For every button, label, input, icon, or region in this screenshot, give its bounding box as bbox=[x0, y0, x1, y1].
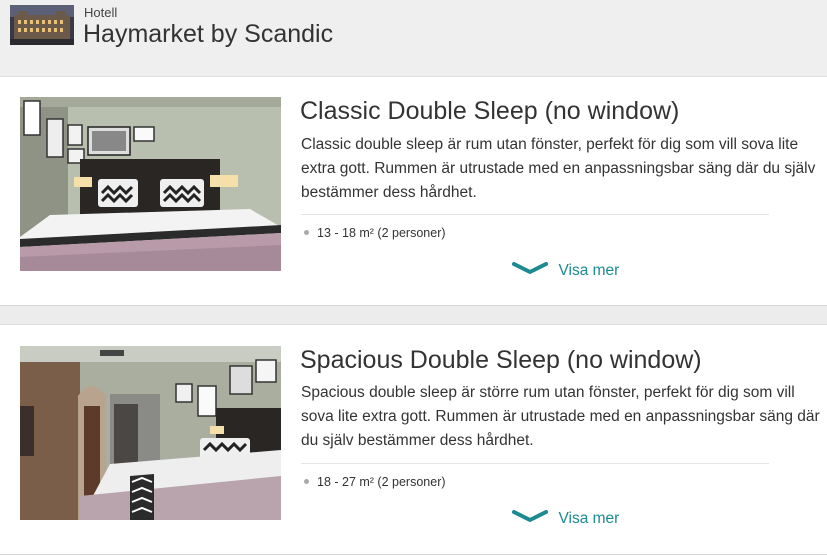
header-kicker: Hotell bbox=[84, 5, 118, 20]
chevron-down-icon bbox=[512, 509, 548, 528]
room-photo bbox=[20, 346, 281, 520]
hotel-header: Hotell Haymarket by Scandic bbox=[0, 0, 827, 76]
bullet-icon bbox=[304, 230, 309, 236]
divider bbox=[301, 463, 769, 464]
chevron-down-icon bbox=[512, 261, 548, 280]
room-size: 13 - 18 m² (2 personer) bbox=[304, 226, 446, 240]
room-card: Classic Double Sleep (no window) Classic… bbox=[0, 76, 827, 306]
room-card: Spacious Double Sleep (no window) Spacio… bbox=[0, 324, 827, 555]
bullet-icon bbox=[304, 479, 309, 485]
room-size: 18 - 27 m² (2 personer) bbox=[304, 475, 446, 489]
hotel-thumbnail bbox=[10, 5, 74, 45]
room-photo bbox=[20, 97, 281, 271]
divider bbox=[301, 214, 769, 215]
room-title: Classic Double Sleep (no window) bbox=[300, 97, 680, 125]
show-more-button[interactable]: Visa mer bbox=[512, 509, 619, 535]
room-size-text: 18 - 27 m² (2 personer) bbox=[317, 475, 446, 489]
show-more-button[interactable]: Visa mer bbox=[512, 261, 619, 287]
show-more-label: Visa mer bbox=[558, 261, 620, 279]
show-more-label: Visa mer bbox=[558, 509, 620, 527]
room-description: Classic double sleep är rum utan fönster… bbox=[301, 136, 816, 201]
room-description: Spacious double sleep är större rum utan… bbox=[301, 384, 820, 449]
room-title: Spacious Double Sleep (no window) bbox=[300, 346, 702, 374]
hotel-name: Haymarket by Scandic bbox=[83, 20, 334, 48]
room-size-text: 13 - 18 m² (2 personer) bbox=[317, 226, 446, 240]
